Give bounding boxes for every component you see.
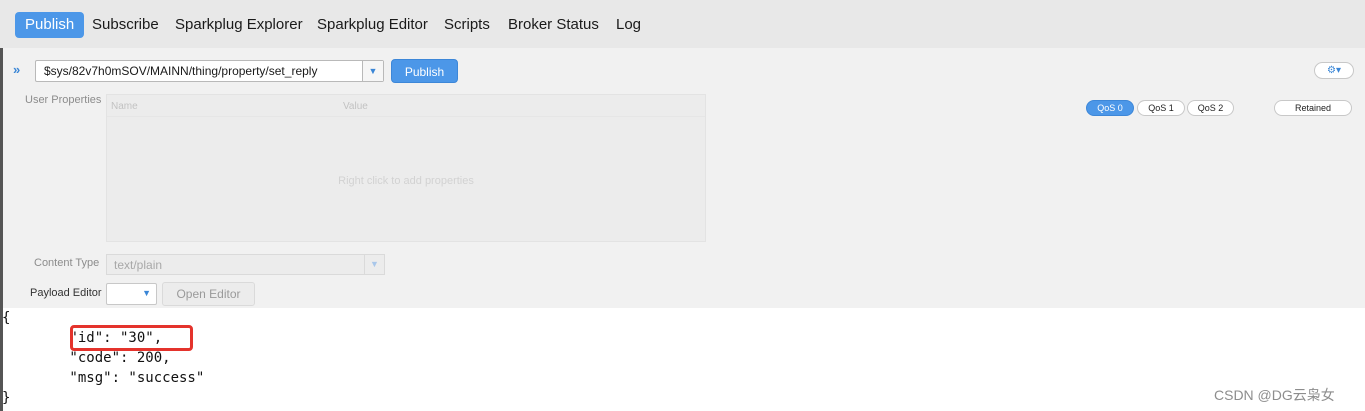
tab-scripts[interactable]: Scripts: [444, 12, 490, 38]
qos-1-toggle[interactable]: QoS 1: [1137, 100, 1185, 116]
payload-line: }: [2, 390, 11, 406]
column-value-header: Value: [343, 101, 368, 112]
main-tab-bar: Publish Subscribe Sparkplug Explorer Spa…: [0, 0, 1365, 48]
qos-2-toggle[interactable]: QoS 2: [1187, 100, 1234, 116]
payload-editor-select[interactable]: ▼: [106, 283, 157, 305]
topic-input[interactable]: $sys/82v7h0mSOV/MAINN/thing/property/set…: [44, 64, 317, 78]
content-type-value: text/plain: [114, 258, 163, 272]
content-type-select[interactable]: text/plain ▼: [106, 254, 385, 275]
topic-combobox[interactable]: $sys/82v7h0mSOV/MAINN/thing/property/set…: [35, 60, 384, 82]
content-type-label: Content Type: [34, 257, 100, 269]
open-editor-button[interactable]: Open Editor: [162, 282, 255, 306]
payload-editor-label: Payload Editor: [30, 287, 102, 299]
column-name-header: Name: [111, 101, 138, 112]
user-properties-empty-hint: Right click to add properties: [338, 175, 474, 187]
payload-line: "code": 200,: [2, 350, 171, 366]
tab-log[interactable]: Log: [616, 12, 641, 38]
gear-icon[interactable]: ⚙▾: [1314, 62, 1354, 79]
publish-button[interactable]: Publish: [391, 59, 458, 83]
user-properties-table[interactable]: Name Value Right click to add properties: [106, 94, 706, 242]
payload-line: {: [2, 310, 11, 326]
chevron-down-icon[interactable]: ▼: [142, 288, 151, 298]
retained-toggle[interactable]: Retained: [1274, 100, 1352, 116]
chevron-down-icon[interactable]: ▼: [362, 61, 383, 81]
user-properties-header: Name Value: [107, 95, 705, 117]
user-properties-label: User Properties: [25, 94, 102, 106]
tab-broker-status[interactable]: Broker Status: [508, 12, 599, 38]
payload-line: "msg": "success": [2, 370, 205, 386]
qos-0-toggle[interactable]: QoS 0: [1086, 100, 1134, 116]
tab-subscribe[interactable]: Subscribe: [92, 12, 159, 38]
tab-sparkplug-editor[interactable]: Sparkplug Editor: [317, 12, 428, 38]
double-chevron-right-icon[interactable]: »: [13, 62, 20, 77]
id-highlight-box: [70, 325, 193, 351]
tab-publish[interactable]: Publish: [15, 12, 85, 38]
chevron-down-icon[interactable]: ▼: [364, 255, 384, 274]
tab-sparkplug-explorer[interactable]: Sparkplug Explorer: [175, 12, 303, 38]
watermark: CSDN @DG云枭女: [1214, 387, 1335, 403]
